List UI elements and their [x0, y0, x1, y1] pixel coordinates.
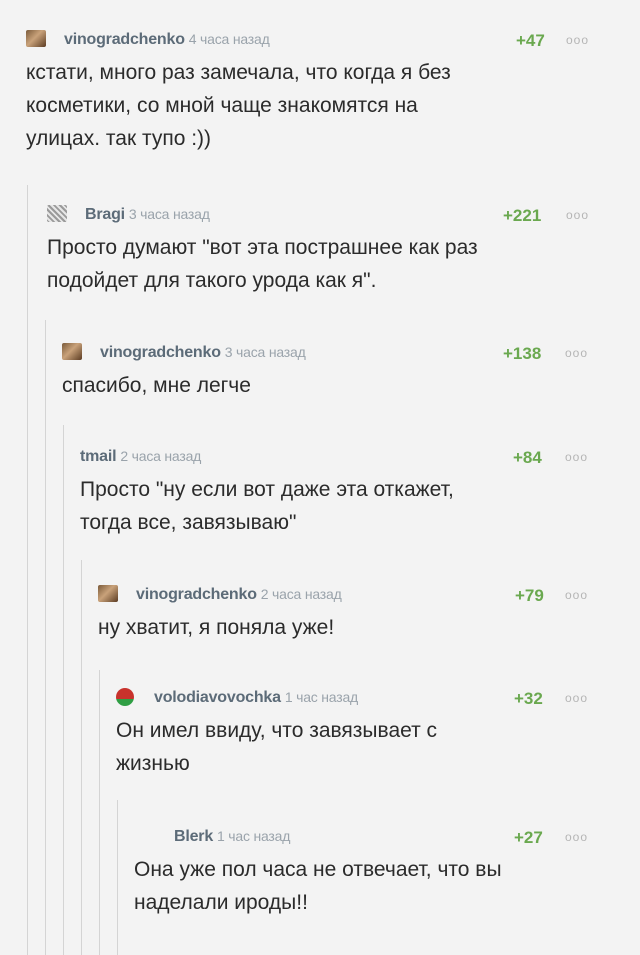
more-options-icon[interactable]: ooo: [566, 208, 589, 222]
comment-time: 1 час назад: [217, 828, 291, 844]
comment-rating: +27: [514, 828, 543, 847]
comment-time: 1 час назад: [284, 689, 359, 705]
comment-time: 2 часа назад: [120, 448, 202, 464]
comment-rating: +138: [503, 344, 542, 363]
comment-rating: +221: [503, 206, 542, 225]
more-options-icon[interactable]: ooo: [565, 830, 588, 844]
more-options-icon[interactable]: ooo: [565, 588, 588, 602]
comment-text: Просто "ну если вот даже эта откажет, то…: [80, 478, 454, 534]
comment: vinogradchenko 4 часа назад +47 ooo кстат…: [26, 30, 640, 155]
comment-header: tmail 2 часа назад +84 ooo: [80, 447, 640, 467]
thread-line: [81, 560, 82, 955]
comment: vinogradchenko 2 часа назад +79 ooo ну хв…: [98, 585, 640, 644]
user-avatar-icon[interactable]: [62, 343, 82, 360]
comment-text: Он имел ввиду, что завязывает с жизнью: [116, 719, 438, 775]
comment-text: Она уже пол часа не отвечает, что вы над…: [134, 858, 502, 914]
comment-time: 2 часа назад: [260, 586, 342, 602]
comment: Blerk 1 час назад +27 ooo Она уже пол час…: [134, 827, 640, 919]
username-link[interactable]: tmail 2 часа назад: [80, 448, 201, 466]
user-avatar-icon[interactable]: [47, 205, 67, 222]
comment-rating: +47: [516, 31, 545, 50]
comment-rating: +79: [515, 586, 544, 605]
more-options-icon[interactable]: ooo: [566, 33, 589, 47]
comment-text: Просто думают "вот эта пострашнее как ра…: [47, 236, 478, 292]
username-link[interactable]: vinogradchenko 4 часа назад: [64, 31, 270, 49]
user-avatar-icon[interactable]: [26, 30, 46, 47]
comment-text: кстати, много раз замечала, что когда я …: [26, 61, 451, 150]
user-avatar-icon[interactable]: [98, 585, 118, 602]
username-link[interactable]: vinogradchenko 3 часа назад: [100, 344, 306, 362]
more-options-icon[interactable]: ooo: [565, 346, 588, 360]
comment-time: 3 часа назад: [128, 206, 210, 222]
username-link[interactable]: volodiavovochka 1 час назад: [154, 689, 358, 707]
username-link[interactable]: vinogradchenko 2 часа назад: [136, 586, 342, 604]
thread-line: [99, 670, 100, 955]
thread-line: [63, 425, 64, 955]
comment-header: volodiavovochka 1 час назад +32 ooo: [116, 688, 640, 708]
username-link[interactable]: Blerk 1 час назад: [174, 828, 290, 846]
more-options-icon[interactable]: ooo: [565, 450, 588, 464]
comment-header: vinogradchenko 4 часа назад +47 ooo: [26, 30, 640, 50]
comment-time: 3 часа назад: [224, 344, 306, 360]
comment-header: Blerk 1 час назад +27 ooo: [134, 827, 640, 847]
comment: tmail 2 часа назад +84 ooo Просто "ну есл…: [80, 447, 640, 539]
comment-rating: +32: [514, 689, 543, 708]
comment-header: vinogradchenko 2 часа назад +79 ooo: [98, 585, 640, 605]
comment-rating: +84: [513, 448, 542, 467]
comment-header: vinogradchenko 3 часа назад +138 ooo: [62, 343, 640, 363]
comment: Bragi 3 часа назад +221 ooo Просто думают…: [47, 205, 640, 297]
thread-line: [45, 320, 46, 955]
thread-line: [117, 800, 118, 955]
comment-time: 4 часа назад: [188, 31, 270, 47]
comment-text: ну хватит, я поняла уже!: [98, 616, 335, 639]
thread-line: [27, 185, 28, 955]
username-link[interactable]: Bragi 3 часа назад: [85, 206, 210, 224]
comment: vinogradchenko 3 часа назад +138 ooo спас…: [62, 343, 640, 402]
comment: volodiavovochka 1 час назад +32 ooo Он им…: [116, 688, 640, 780]
comment-text: спасибо, мне легче: [62, 374, 251, 397]
flag-avatar-icon[interactable]: [116, 688, 134, 706]
comment-header: Bragi 3 часа назад +221 ooo: [47, 205, 640, 225]
more-options-icon[interactable]: ooo: [565, 691, 588, 705]
